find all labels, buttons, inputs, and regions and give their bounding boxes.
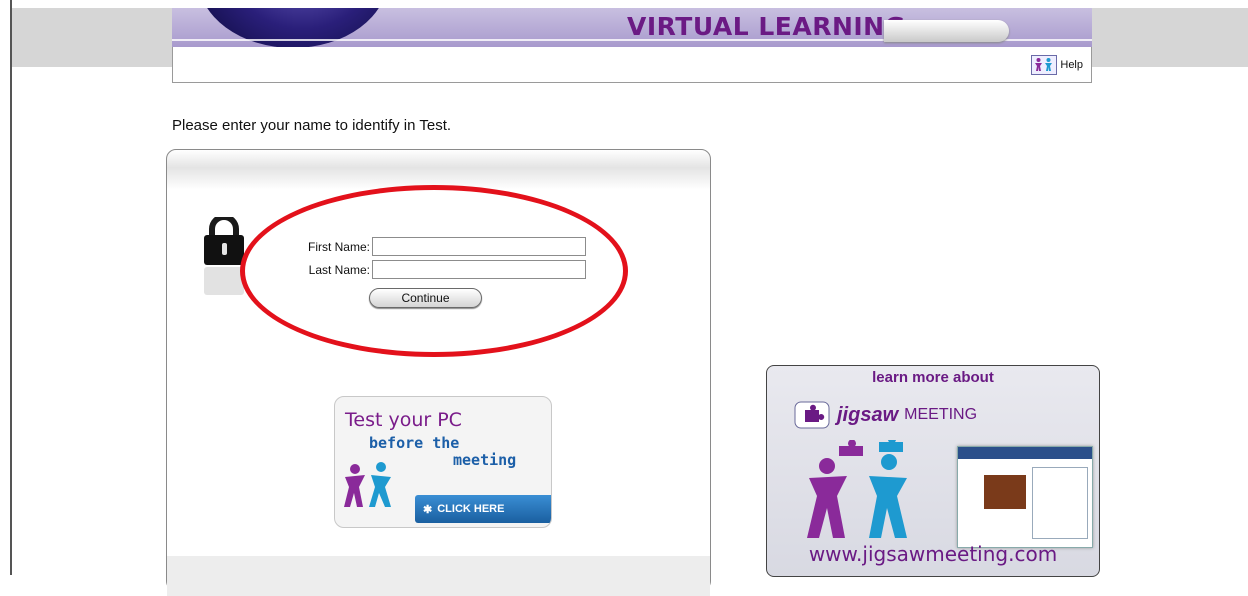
first-name-input[interactable] bbox=[372, 237, 586, 256]
jigsaw-brand: jigsaw bbox=[837, 403, 899, 426]
banner-title: VIRTUAL LEARNING bbox=[627, 12, 906, 41]
first-name-row: First Name: bbox=[277, 237, 586, 256]
people-puzzle-icon bbox=[807, 440, 907, 538]
puzzle-piece-icon bbox=[794, 401, 830, 429]
help-icon bbox=[1031, 55, 1058, 75]
jigsaw-meeting-ad[interactable]: learn more about jigsaw MEETING www.jigs… bbox=[766, 365, 1100, 577]
last-name-row: Last Name: bbox=[277, 260, 586, 279]
first-name-label: First Name: bbox=[307, 239, 370, 254]
last-name-input[interactable] bbox=[372, 260, 586, 279]
lock-icon bbox=[204, 217, 244, 295]
puzzle-icon: ✱ bbox=[423, 503, 433, 516]
help-link[interactable]: Help bbox=[1031, 55, 1083, 75]
pen-graphic bbox=[884, 20, 1009, 42]
click-here-button[interactable]: ✱ CLICK HERE bbox=[415, 495, 551, 523]
jigsaw-logo: jigsaw MEETING bbox=[793, 400, 977, 430]
test-pc-line3: meeting bbox=[453, 451, 517, 469]
jigsaw-heading: learn more about bbox=[872, 369, 994, 386]
left-border bbox=[0, 0, 12, 575]
panel-bottom-strip bbox=[167, 556, 710, 596]
globe-graphic bbox=[198, 8, 388, 47]
continue-button[interactable]: Continue bbox=[369, 288, 482, 308]
jigsaw-brand-suffix: MEETING bbox=[904, 406, 978, 423]
test-pc-line2: before the bbox=[369, 434, 460, 452]
help-bar: Help bbox=[172, 47, 1092, 83]
click-here-label: CLICK HERE bbox=[437, 503, 505, 515]
people-puzzle-icon bbox=[344, 462, 391, 507]
test-pc-banner[interactable]: Test your PC before the meeting ✱ CLICK … bbox=[334, 396, 552, 528]
help-label: Help bbox=[1060, 59, 1083, 71]
meeting-screenshot bbox=[957, 446, 1093, 548]
header-banner: VIRTUAL LEARNING bbox=[172, 8, 1092, 47]
test-pc-line1: Test your PC bbox=[345, 409, 462, 431]
instruction-text: Please enter your name to identify in Te… bbox=[172, 117, 452, 134]
jigsaw-url: www.jigsawmeeting.com bbox=[808, 542, 1058, 566]
last-name-label: Last Name: bbox=[308, 262, 370, 277]
